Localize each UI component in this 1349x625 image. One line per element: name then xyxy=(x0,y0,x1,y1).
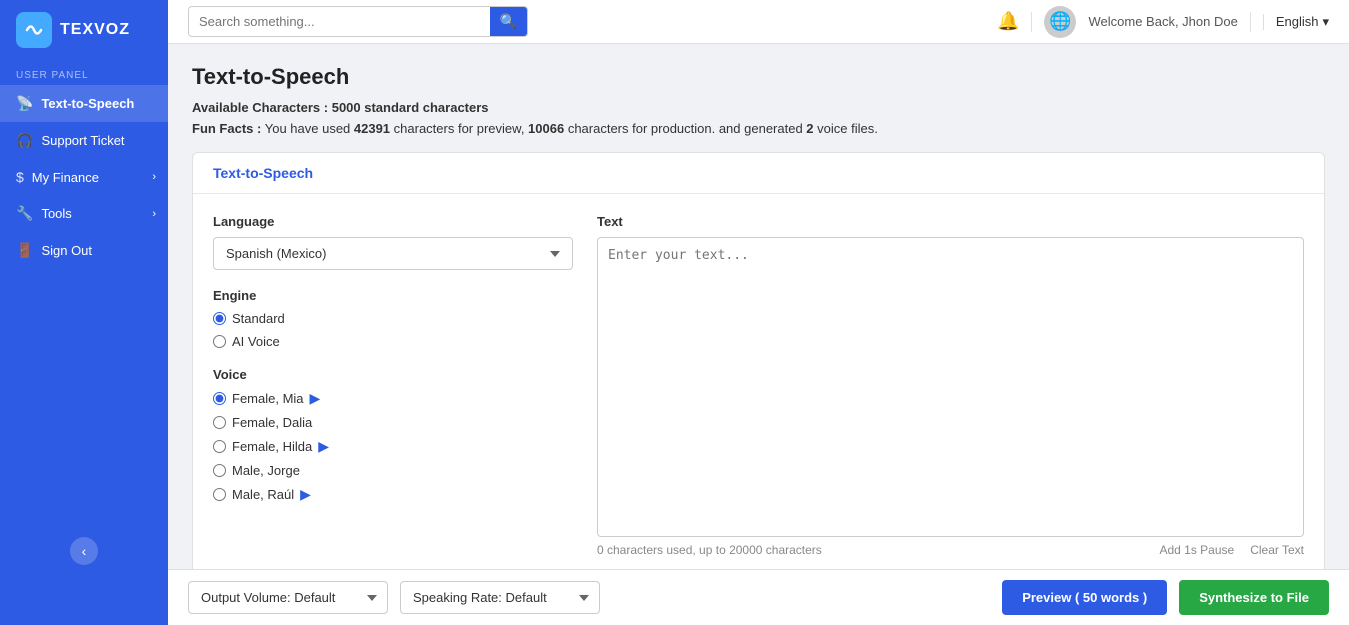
voice-female-mia[interactable]: Female, Mia ▶ xyxy=(213,390,573,407)
logo-icon xyxy=(16,12,52,48)
char-count: 0 characters used, up to 20000 character… xyxy=(597,543,822,557)
main-area: 🔍 🔔 🌐 Welcome Back, Jhon Doe English ▾ T… xyxy=(168,0,1349,625)
sidebar-item-text-to-speech[interactable]: 📡 Text-to-Speech xyxy=(0,85,168,122)
text-input[interactable] xyxy=(597,237,1304,537)
voice-female-dalia-label: Female, Dalia xyxy=(232,415,312,430)
logo: TEXVOZ xyxy=(0,0,168,60)
engine-ai-voice[interactable]: AI Voice xyxy=(213,334,573,349)
sidebar-item-support-ticket[interactable]: 🎧 Support Ticket xyxy=(0,122,168,159)
card-header: Text-to-Speech xyxy=(193,153,1324,194)
left-panel: Language Spanish (Mexico) English (US) E… xyxy=(213,214,573,557)
topbar-divider2 xyxy=(1250,12,1251,32)
voice-radio-group: Female, Mia ▶ Female, Dalia Female, Hild… xyxy=(213,390,573,503)
voice-male-raul-label: Male, Raúl xyxy=(232,487,294,502)
sidebar-items: 📡 Text-to-Speech 🎧 Support Ticket $ My F… xyxy=(0,85,168,269)
text-label: Text xyxy=(597,214,1304,229)
voice-male-raul-radio[interactable] xyxy=(213,488,226,501)
finance-icon: $ xyxy=(16,169,24,185)
voice-female-hilda[interactable]: Female, Hilda ▶ xyxy=(213,438,573,455)
clear-text-link[interactable]: Clear Text xyxy=(1250,543,1304,557)
voice-female-dalia[interactable]: Female, Dalia xyxy=(213,415,573,430)
search-icon: 🔍 xyxy=(500,13,517,29)
engine-standard-radio[interactable] xyxy=(213,312,226,325)
fun-facts: Fun Facts : You have used 42391 characte… xyxy=(192,121,1325,136)
lang-label: English xyxy=(1276,14,1319,29)
tts-icon: 📡 xyxy=(16,95,33,112)
topbar: 🔍 🔔 🌐 Welcome Back, Jhon Doe English ▾ xyxy=(168,0,1349,44)
search-form: 🔍 xyxy=(188,6,528,37)
sidebar-item-label: Support Ticket xyxy=(41,133,124,148)
char-actions: Add 1s Pause Clear Text xyxy=(1159,543,1304,557)
voice-female-dalia-radio[interactable] xyxy=(213,416,226,429)
bottom-bar: Output Volume: Default Output Volume: Lo… xyxy=(168,569,1349,625)
play-icon[interactable]: ▶ xyxy=(318,438,329,455)
engine-section: Engine Standard AI Voice xyxy=(213,288,573,349)
language-select[interactable]: Spanish (Mexico) English (US) English (U… xyxy=(213,237,573,270)
synthesize-button[interactable]: Synthesize to File xyxy=(1179,580,1329,615)
engine-ai-label: AI Voice xyxy=(232,334,280,349)
voice-male-jorge-label: Male, Jorge xyxy=(232,463,300,478)
engine-standard[interactable]: Standard xyxy=(213,311,573,326)
speaking-rate-select[interactable]: Speaking Rate: Default Speaking Rate: Sl… xyxy=(400,581,600,614)
page-title: Text-to-Speech xyxy=(192,64,1325,90)
engine-ai-radio[interactable] xyxy=(213,335,226,348)
sidebar-item-label: Text-to-Speech xyxy=(41,96,134,111)
logo-text: TEXVOZ xyxy=(60,21,130,39)
card-body: Language Spanish (Mexico) English (US) E… xyxy=(193,194,1324,569)
sidebar: TEXVOZ USER PANEL 📡 Text-to-Speech 🎧 Sup… xyxy=(0,0,168,625)
topbar-divider xyxy=(1031,12,1032,32)
engine-standard-label: Standard xyxy=(232,311,285,326)
right-panel: Text 0 characters used, up to 20000 char… xyxy=(597,214,1304,557)
voice-female-hilda-radio[interactable] xyxy=(213,440,226,453)
sidebar-item-my-finance[interactable]: $ My Finance › xyxy=(0,159,168,195)
avatar: 🌐 xyxy=(1044,6,1076,38)
welcome-text: Welcome Back, Jhon Doe xyxy=(1088,14,1237,29)
voice-female-mia-radio[interactable] xyxy=(213,392,226,405)
tools-icon: 🔧 xyxy=(16,205,33,222)
voice-label: Voice xyxy=(213,367,573,382)
add-pause-link[interactable]: Add 1s Pause xyxy=(1159,543,1234,557)
bell-icon[interactable]: 🔔 xyxy=(997,11,1019,32)
voice-male-jorge-radio[interactable] xyxy=(213,464,226,477)
available-characters: Available Characters : 5000 standard cha… xyxy=(192,100,1325,115)
search-input[interactable] xyxy=(189,8,490,35)
voice-male-raul[interactable]: Male, Raúl ▶ xyxy=(213,486,573,503)
voice-female-mia-label: Female, Mia xyxy=(232,391,304,406)
content-area: Text-to-Speech Available Characters : 50… xyxy=(168,44,1349,569)
search-button[interactable]: 🔍 xyxy=(490,7,527,36)
preview-button[interactable]: Preview ( 50 words ) xyxy=(1002,580,1167,615)
play-icon[interactable]: ▶ xyxy=(310,390,321,407)
play-icon[interactable]: ▶ xyxy=(300,486,311,503)
chevron-down-icon: ▾ xyxy=(1322,14,1329,30)
voice-female-hilda-label: Female, Hilda xyxy=(232,439,312,454)
chevron-right-icon: › xyxy=(152,208,156,220)
output-volume-select[interactable]: Output Volume: Default Output Volume: Lo… xyxy=(188,581,388,614)
sidebar-item-label: Tools xyxy=(41,206,71,221)
sidebar-item-label: Sign Out xyxy=(41,243,92,258)
signout-icon: 🚪 xyxy=(16,242,33,259)
voice-male-jorge[interactable]: Male, Jorge xyxy=(213,463,573,478)
engine-label: Engine xyxy=(213,288,573,303)
sidebar-item-label: My Finance xyxy=(32,170,99,185)
sidebar-item-tools[interactable]: 🔧 Tools › xyxy=(0,195,168,232)
sidebar-section-label: USER PANEL xyxy=(0,60,168,85)
support-icon: 🎧 xyxy=(16,132,33,149)
engine-radio-group: Standard AI Voice xyxy=(213,311,573,349)
language-selector[interactable]: English ▾ xyxy=(1263,14,1329,30)
char-count-row: 0 characters used, up to 20000 character… xyxy=(597,543,1304,557)
sidebar-collapse-button[interactable]: ‹ xyxy=(70,537,98,565)
voice-section: Voice Female, Mia ▶ Female, Dalia xyxy=(213,367,573,503)
tts-card: Text-to-Speech Language Spanish (Mexico)… xyxy=(192,152,1325,569)
chevron-right-icon: › xyxy=(152,171,156,183)
sidebar-item-sign-out[interactable]: 🚪 Sign Out xyxy=(0,232,168,269)
language-label: Language xyxy=(213,214,573,229)
